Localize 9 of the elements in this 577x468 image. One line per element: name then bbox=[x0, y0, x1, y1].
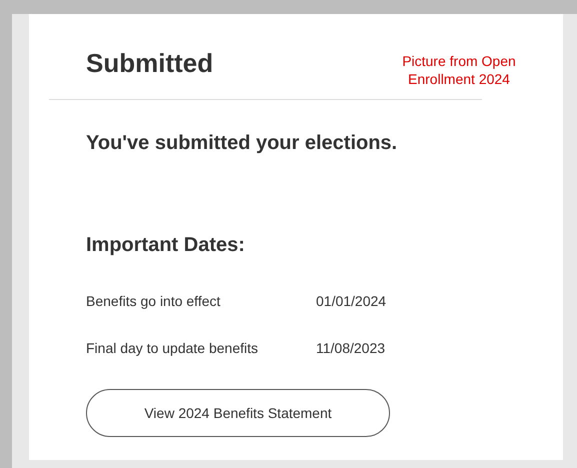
view-statement-button[interactable]: View 2024 Benefits Statement bbox=[86, 389, 390, 437]
date-value: 11/08/2023 bbox=[316, 338, 386, 358]
date-value: 01/01/2024 bbox=[316, 292, 386, 310]
section-heading: Important Dates: bbox=[86, 233, 246, 258]
confirmation-message: You've submitted your elections. bbox=[86, 131, 398, 156]
date-label: Final day to update benefits bbox=[86, 338, 260, 358]
annotation-text: Picture from Open Enrollment 2024 bbox=[401, 52, 517, 88]
page-title: Submitted bbox=[86, 47, 214, 80]
date-label: Benefits go into effect bbox=[86, 292, 222, 311]
